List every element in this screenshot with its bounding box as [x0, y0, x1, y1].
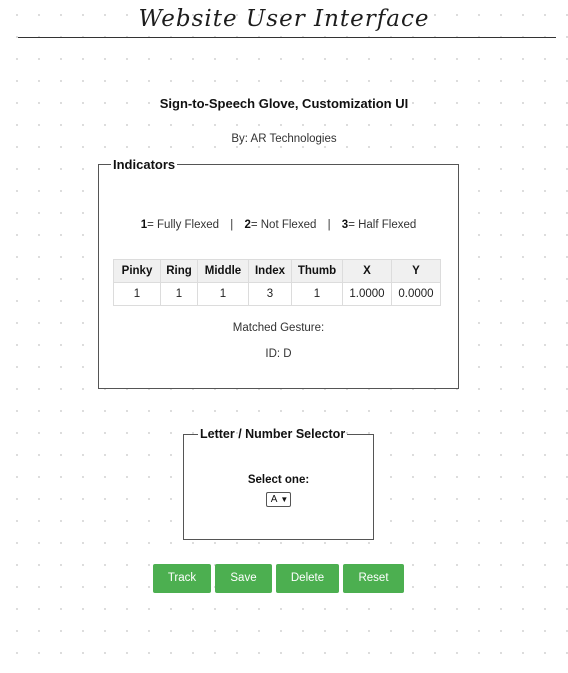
- column-header-thumb: Thumb: [291, 259, 343, 283]
- matched-gesture-label: Matched Gesture:: [232, 322, 325, 334]
- flex-key-text-3: = Half Flexed: [348, 219, 417, 231]
- cell-x: 1.0000: [342, 282, 392, 306]
- table-row: 1 1 1 3 1 1.0000 0.0000: [113, 282, 441, 306]
- selector-legend: Letter / Number Selector: [200, 427, 346, 441]
- track-button[interactable]: Track: [153, 564, 211, 593]
- column-header-pinky: Pinky: [113, 259, 161, 283]
- flex-key-separator: |: [327, 219, 331, 231]
- flex-key-text-2: = Not Flexed: [250, 219, 317, 231]
- select-one-label: Select one:: [247, 474, 310, 486]
- byline: By: AR Technologies: [231, 133, 337, 145]
- column-header-x: X: [342, 259, 392, 283]
- matched-gesture-id: ID: D: [265, 348, 292, 360]
- page-heading: Website User Interface: [138, 6, 430, 32]
- reset-button[interactable]: Reset: [343, 564, 404, 593]
- flex-key-separator: |: [230, 219, 234, 231]
- delete-button[interactable]: Delete: [276, 564, 339, 593]
- column-header-ring: Ring: [160, 259, 198, 283]
- heading-divider: [18, 37, 556, 38]
- indicators-legend: Indicators: [113, 157, 176, 172]
- action-buttons: Track Save Delete Reset: [153, 564, 404, 593]
- indicators-panel: Indicators 1= Fully Flexed | 2= Not Flex…: [98, 157, 459, 389]
- cell-index: 3: [248, 282, 292, 306]
- letter-number-selector-panel: Letter / Number Selector Select one: A ▼: [183, 427, 374, 540]
- column-header-index: Index: [248, 259, 292, 283]
- table-header-row: Pinky Ring Middle Index Thumb X Y: [113, 259, 441, 283]
- flex-key: 1= Fully Flexed | 2= Not Flexed | 3= Hal…: [99, 219, 458, 231]
- cell-y: 0.0000: [391, 282, 441, 306]
- cell-thumb: 1: [291, 282, 343, 306]
- chevron-down-icon: ▼: [280, 495, 289, 504]
- sensor-table: Pinky Ring Middle Index Thumb X Y 1 1 1 …: [113, 259, 441, 306]
- column-header-y: Y: [391, 259, 441, 283]
- column-header-middle: Middle: [197, 259, 249, 283]
- letter-select[interactable]: A ▼: [265, 492, 292, 507]
- cell-ring: 1: [160, 282, 198, 306]
- flex-key-text-1: = Fully Flexed: [147, 219, 220, 231]
- letter-select-value: A: [270, 494, 278, 505]
- app-title: Sign-to-Speech Glove, Customization UI: [159, 96, 409, 111]
- cell-middle: 1: [197, 282, 249, 306]
- cell-pinky: 1: [113, 282, 161, 306]
- save-button[interactable]: Save: [215, 564, 272, 593]
